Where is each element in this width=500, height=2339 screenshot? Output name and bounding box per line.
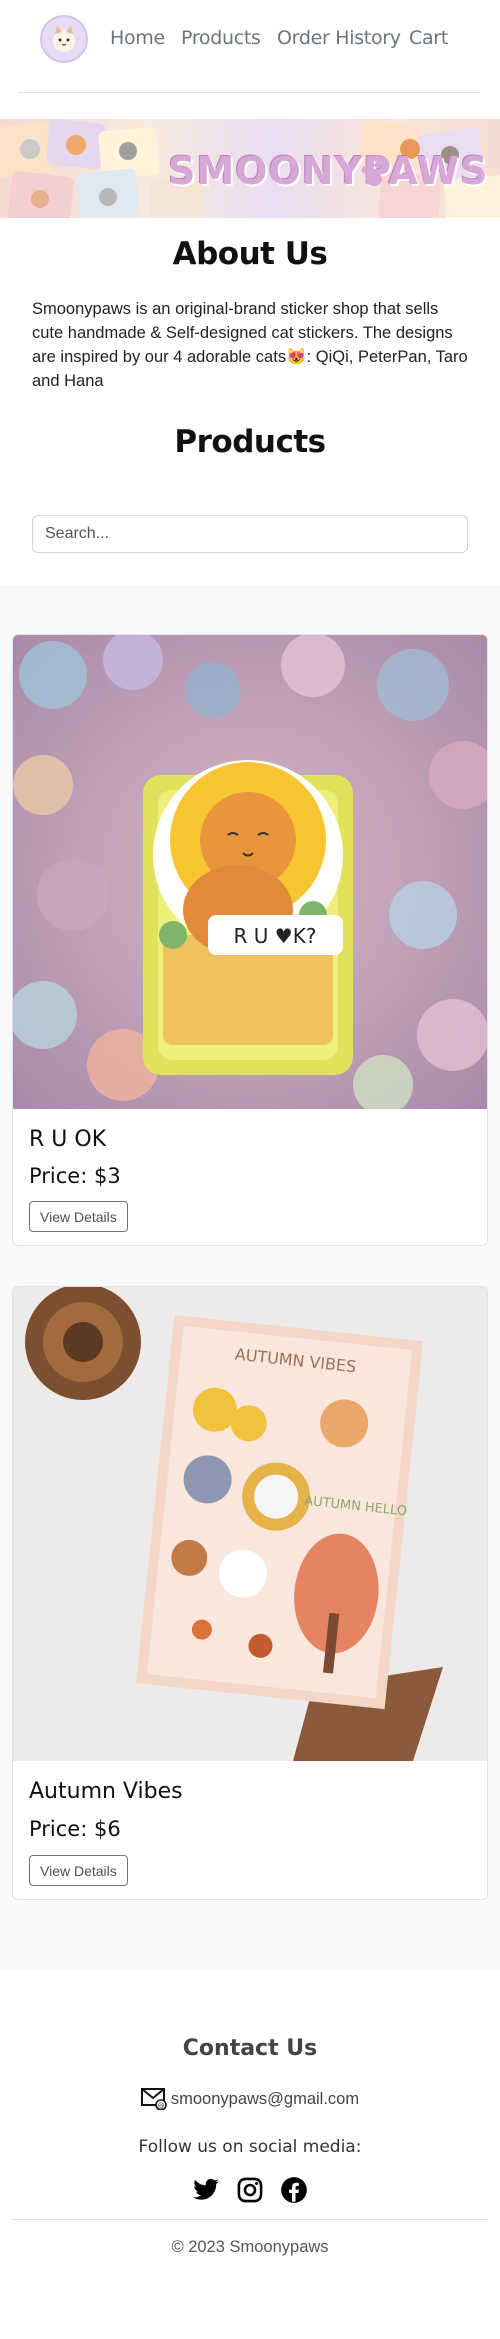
email-icon: @ xyxy=(140,2088,167,2110)
product-image[interactable]: AUTUMN VIBES AUTUMN HELLO xyxy=(13,1287,487,1761)
product-card: R U ♥K? R U OK Price: $3 View Details xyxy=(12,634,488,1246)
logo[interactable] xyxy=(40,15,88,63)
nav-cart-link[interactable]: Cart xyxy=(409,27,448,49)
paw-icon xyxy=(361,161,388,186)
product-price: Price: $3 xyxy=(29,1164,121,1188)
search-input[interactable] xyxy=(32,515,468,553)
twitter-icon[interactable] xyxy=(192,2176,220,2204)
nav-home-link[interactable]: Home xyxy=(110,27,165,49)
product-price: Price: $6 xyxy=(29,1817,121,1841)
view-details-button[interactable]: View Details xyxy=(29,1855,128,1886)
nav-order-history-link[interactable]: Order History xyxy=(277,27,401,49)
cat-logo-icon xyxy=(53,26,75,52)
instagram-icon[interactable] xyxy=(236,2176,264,2204)
sticker-caption: R U ♥K? xyxy=(234,924,317,948)
email-link[interactable]: smoonypaws@gmail.com xyxy=(171,2090,359,2109)
about-description: Smoonypaws is an original-brand sticker … xyxy=(32,300,468,390)
product-name: Autumn Vibes xyxy=(29,1779,183,1804)
banner-brand-text: SMOONYPAWS xyxy=(168,149,489,193)
nav-products-link[interactable]: Products xyxy=(181,27,261,49)
social-links xyxy=(0,2176,500,2204)
email-row: @ smoonypaws@gmail.com xyxy=(0,2088,500,2110)
facebook-icon[interactable] xyxy=(280,2176,308,2204)
contact-title: Contact Us xyxy=(182,2036,318,2061)
ruok-sticker-photo: R U ♥K? xyxy=(13,635,487,1109)
products-list: R U ♥K? R U OK Price: $3 View Details AU… xyxy=(0,585,500,1970)
nav-divider xyxy=(18,92,480,93)
follow-text: Follow us on social media: xyxy=(138,2137,362,2157)
navbar: Home Products Order History Cart xyxy=(0,0,500,76)
hero-banner: SMOONYPAWS xyxy=(0,119,500,218)
svg-text:@: @ xyxy=(157,2102,164,2110)
view-details-button[interactable]: View Details xyxy=(29,1201,128,1232)
autumn-vibes-sticker-photo: AUTUMN VIBES AUTUMN HELLO xyxy=(13,1287,487,1761)
footer-divider xyxy=(12,2219,488,2220)
products-title: Products xyxy=(174,424,326,460)
product-image[interactable]: R U ♥K? xyxy=(13,635,487,1109)
about-title: About Us xyxy=(172,236,328,272)
product-name: R U OK xyxy=(29,1127,107,1152)
copyright-text: © 2023 Smoonypaws xyxy=(171,2238,329,2256)
product-card: AUTUMN VIBES AUTUMN HELLO Autumn Vibes P… xyxy=(12,1286,488,1900)
